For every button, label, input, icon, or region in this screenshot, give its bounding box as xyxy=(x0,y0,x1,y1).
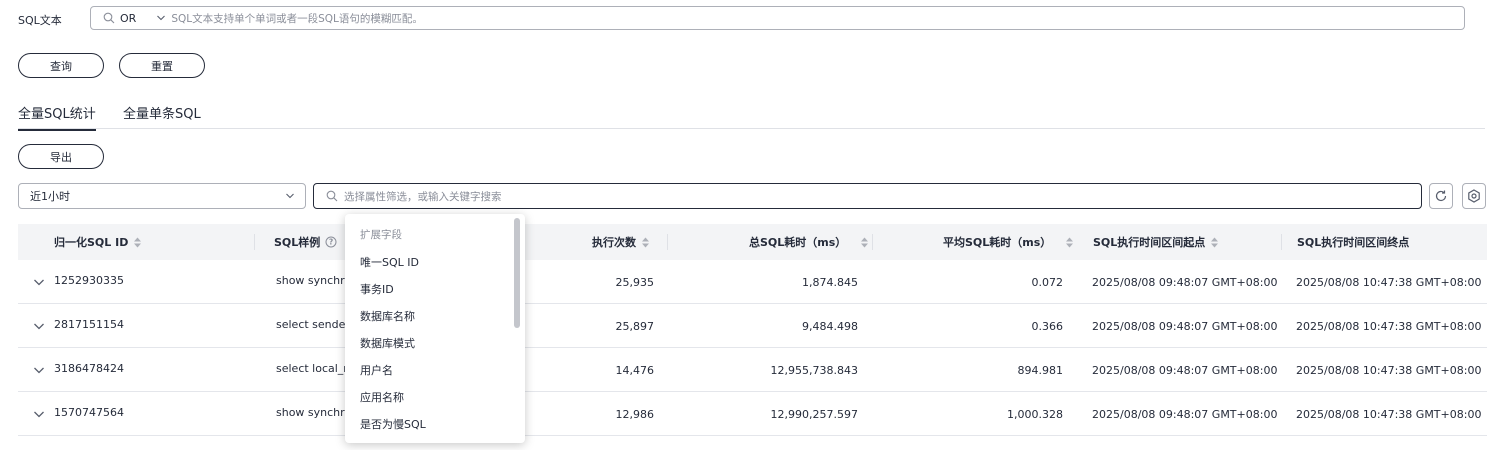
dropdown-item[interactable]: 唯一SQL ID xyxy=(360,254,419,270)
search-icon xyxy=(326,190,338,202)
sql-sample-cell[interactable]: select local_ro xyxy=(276,362,354,375)
query-button[interactable]: 查询 xyxy=(18,53,104,78)
sort-icon[interactable] xyxy=(133,237,142,248)
table-row[interactable]: 2817151154 select sender_ 25,897 9,484.4… xyxy=(18,304,1487,348)
table-row[interactable]: 3186478424 select local_ro 14,476 12,955… xyxy=(18,348,1487,392)
table-header: 归一化SQL ID SQL样例 ? 执行次数 总SQL耗时（ms） 平均SQL耗… xyxy=(18,224,1487,260)
avg-time-cell: 0.366 xyxy=(1031,320,1064,333)
dropdown-item[interactable]: 事务ID xyxy=(360,281,394,297)
col-label: SQL样例 xyxy=(274,236,321,249)
reset-button[interactable]: 重置 xyxy=(119,53,205,78)
sql-id-cell: 2817151154 xyxy=(54,318,124,331)
table-row[interactable]: 1570747564 show synchron 12,986 12,990,2… xyxy=(18,392,1487,436)
avg-time-cell: 0.072 xyxy=(1031,276,1064,289)
tab-full-single-sql[interactable]: 全量单条SQL xyxy=(123,103,201,129)
sql-text-label: SQL文本 xyxy=(18,14,62,27)
count-cell: 25,935 xyxy=(615,276,655,289)
total-time-cell: 12,990,257.597 xyxy=(770,408,858,421)
end-time-cell: 2025/08/08 10:47:38 GMT+08:00 xyxy=(1296,320,1482,333)
search-icon xyxy=(103,12,115,24)
sort-icon[interactable] xyxy=(1210,237,1219,248)
sql-id-cell: 1570747564 xyxy=(54,406,124,419)
end-time-cell: 2025/08/08 10:47:38 GMT+08:00 xyxy=(1296,408,1482,421)
time-range-select[interactable]: 近1小时 xyxy=(18,183,306,209)
sql-text-placeholder: SQL文本支持单个单词或者一段SQL语句的模糊匹配。 xyxy=(171,12,423,25)
filter-placeholder: 选择属性筛选，或输入关键字搜索 xyxy=(344,190,502,203)
avg-time-cell: 894.981 xyxy=(1017,364,1064,377)
dropdown-item[interactable]: 数据库模式 xyxy=(360,335,415,351)
count-cell: 25,897 xyxy=(615,320,655,333)
sql-id-cell: 1252930335 xyxy=(54,274,124,287)
start-time-cell: 2025/08/08 09:48:07 GMT+08:00 xyxy=(1092,276,1278,289)
count-cell: 14,476 xyxy=(615,364,655,377)
total-time-cell: 1,874.845 xyxy=(802,276,858,289)
start-time-cell: 2025/08/08 09:48:07 GMT+08:00 xyxy=(1092,364,1278,377)
col-exec-time-end: SQL执行时间区间终点 xyxy=(1297,224,1409,260)
sql-sample-cell[interactable]: select sender_ xyxy=(276,318,355,331)
refresh-icon xyxy=(1435,190,1447,202)
col-label: SQL执行时间区间终点 xyxy=(1297,236,1410,249)
col-exec-time-start[interactable]: SQL执行时间区间起点 xyxy=(1093,224,1219,260)
expand-chevron-icon[interactable] xyxy=(33,408,45,420)
extended-fields-dropdown: 扩展字段 唯一SQL ID 事务ID 数据库名称 数据库模式 用户名 应用名称 … xyxy=(345,214,525,443)
total-time-cell: 9,484.498 xyxy=(802,320,858,333)
end-time-cell: 2025/08/08 10:47:38 GMT+08:00 xyxy=(1296,364,1482,377)
refresh-button[interactable] xyxy=(1429,183,1453,209)
chevron-down-icon[interactable] xyxy=(156,13,166,23)
end-time-cell: 2025/08/08 10:47:38 GMT+08:00 xyxy=(1296,276,1482,289)
dropdown-scrollbar[interactable] xyxy=(514,218,520,328)
col-execution-count[interactable]: 执行次数 xyxy=(592,224,650,260)
export-button[interactable]: 导出 xyxy=(18,144,104,169)
col-avg-sql-time[interactable]: 平均SQL耗时（ms） xyxy=(943,224,1074,260)
start-time-cell: 2025/08/08 09:48:07 GMT+08:00 xyxy=(1092,408,1278,421)
avg-time-cell: 1,000.328 xyxy=(1007,408,1063,421)
filter-search-input[interactable]: 选择属性筛选，或输入关键字搜索 xyxy=(313,183,1422,209)
expand-chevron-icon[interactable] xyxy=(33,276,45,288)
help-circle-icon[interactable]: ? xyxy=(325,236,337,248)
col-label: 平均SQL耗时（ms） xyxy=(943,236,1052,249)
col-total-sql-time[interactable]: 总SQL耗时（ms） xyxy=(749,224,869,260)
settings-icon xyxy=(1468,189,1480,203)
sort-icon[interactable] xyxy=(1065,237,1074,248)
col-label: 总SQL耗时（ms） xyxy=(749,236,847,249)
col-normalized-sql-id[interactable]: 归一化SQL ID xyxy=(54,224,142,260)
col-label: SQL执行时间区间起点 xyxy=(1093,236,1206,249)
tab-full-sql-stats[interactable]: 全量SQL统计 xyxy=(18,103,96,131)
col-label: 执行次数 xyxy=(592,236,636,249)
dropdown-item[interactable]: 用户名 xyxy=(360,362,393,378)
svg-text:?: ? xyxy=(329,238,333,247)
operator-value[interactable]: OR xyxy=(120,12,136,25)
dropdown-item[interactable]: 应用名称 xyxy=(360,389,404,405)
dropdown-header: 扩展字段 xyxy=(360,229,402,241)
col-label: 归一化SQL ID xyxy=(54,236,129,249)
total-time-cell: 12,955,738.843 xyxy=(770,364,858,377)
chevron-down-icon xyxy=(286,193,294,199)
dropdown-item[interactable]: 是否为慢SQL xyxy=(360,416,426,432)
expand-chevron-icon[interactable] xyxy=(33,364,45,376)
tab-bar: 全量SQL统计 全量单条SQL xyxy=(18,100,1485,131)
count-cell: 12,986 xyxy=(615,408,655,421)
dropdown-item[interactable]: 数据库名称 xyxy=(360,308,415,324)
sort-icon[interactable] xyxy=(860,237,869,248)
sql-text-input[interactable]: OR SQL文本支持单个单词或者一段SQL语句的模糊匹配。 xyxy=(90,6,1465,30)
table-row[interactable]: 1252930335 show synchron 25,935 1,874.84… xyxy=(18,260,1487,304)
col-sql-sample: SQL样例 ? xyxy=(274,224,337,260)
sort-icon[interactable] xyxy=(641,237,650,248)
time-range-value: 近1小时 xyxy=(30,190,70,203)
expand-chevron-icon[interactable] xyxy=(33,320,45,332)
start-time-cell: 2025/08/08 09:48:07 GMT+08:00 xyxy=(1092,320,1278,333)
settings-button[interactable] xyxy=(1462,183,1486,209)
sql-id-cell: 3186478424 xyxy=(54,362,124,375)
